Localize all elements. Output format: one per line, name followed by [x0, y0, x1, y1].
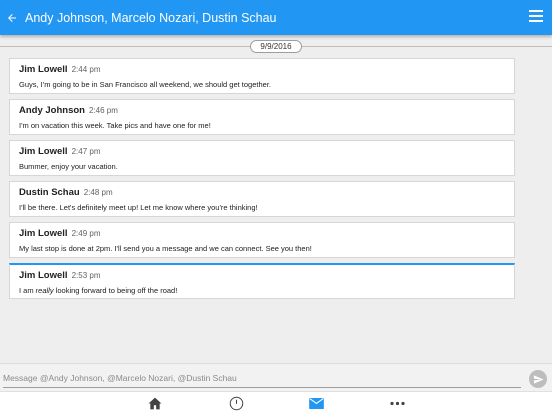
message-time: 2:47 pm	[71, 147, 101, 156]
clock-icon	[229, 396, 243, 411]
message-text: Bummer, enjoy your vacation.	[19, 162, 118, 171]
message-sender: Jim Lowell	[19, 146, 68, 157]
message-time: 2:53 pm	[71, 271, 101, 280]
message-text: Guys, I'm going to be in San Francisco a…	[19, 80, 271, 89]
compose-bar	[0, 363, 552, 391]
message-item[interactable]: Jim Lowell 2:47 pm Bummer, enjoy your va…	[9, 140, 515, 176]
message-item[interactable]: Jim Lowell 2:49 pm My last stop is done …	[9, 222, 515, 258]
message-time: 2:44 pm	[71, 65, 101, 74]
message-item[interactable]: Dustin Schau 2:48 pm I'll be there. Let'…	[9, 181, 515, 217]
message-text: My last stop is done at 2pm. I'll send y…	[19, 244, 312, 253]
message-item-latest[interactable]: Jim Lowell 2:53 pm I am really looking f…	[9, 263, 515, 299]
home-icon	[148, 397, 162, 410]
hamburger-menu-icon	[529, 10, 543, 22]
message-text: I am really looking forward to being off…	[19, 286, 514, 295]
date-label: 9/9/2016	[250, 40, 302, 53]
message-sender: Andy Johnson	[19, 105, 85, 116]
send-button[interactable]	[529, 370, 547, 388]
nav-messages[interactable]	[307, 396, 325, 411]
message-item[interactable]: Jim Lowell 2:44 pm Guys, I'm going to be…	[9, 58, 515, 94]
message-sender: Dustin Schau	[19, 187, 80, 198]
app-bar: Andy Johnson, Marcelo Nozari, Dustin Sch…	[0, 0, 552, 35]
menu-button[interactable]	[529, 10, 543, 24]
conversation-title: Andy Johnson, Marcelo Nozari, Dustin Sch…	[25, 10, 277, 25]
send-icon	[533, 374, 544, 384]
message-sender: Jim Lowell	[19, 64, 68, 75]
message-text-end: looking forward to being off the road!	[53, 286, 178, 295]
message-input[interactable]	[3, 368, 521, 388]
message-time: 2:46 pm	[88, 106, 118, 115]
message-item[interactable]: Andy Johnson 2:46 pm I'm on vacation thi…	[9, 99, 515, 135]
arrow-left-icon	[8, 13, 16, 22]
message-list: Jim Lowell 2:44 pm Guys, I'm going to be…	[9, 58, 515, 304]
message-time: 2:49 pm	[71, 229, 101, 238]
conversation-view: 9/9/2016 Jim Lowell 2:44 pm Guys, I'm go…	[0, 35, 552, 363]
nav-more[interactable]	[388, 396, 406, 411]
message-sender: Jim Lowell	[19, 228, 68, 239]
mail-icon	[308, 398, 324, 409]
message-sender: Jim Lowell	[19, 270, 68, 281]
message-text: I'm on vacation this week. Take pics and…	[19, 121, 211, 130]
message-time: 2:48 pm	[83, 188, 113, 197]
message-text-emphasis: really	[35, 286, 54, 295]
message-text: I'll be there. Let's definitely meet up!…	[19, 203, 258, 212]
back-button[interactable]	[1, 0, 23, 35]
nav-recent[interactable]	[227, 396, 245, 411]
nav-home[interactable]	[146, 396, 164, 411]
more-dots-icon	[389, 401, 405, 406]
bottom-navigation	[0, 391, 552, 414]
message-text-start: I am	[19, 286, 36, 295]
